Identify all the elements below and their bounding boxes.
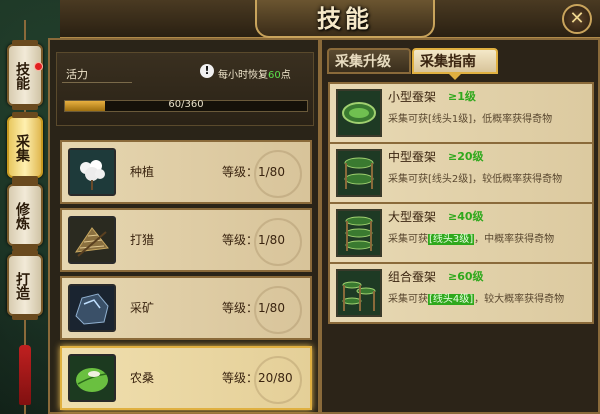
tab-gathering-guide[interactable]: 采集指南 [412, 48, 498, 74]
recover-suffix: 点 [280, 70, 291, 81]
skill-level: 等级：20/80 [222, 371, 293, 385]
guide-name: 中型蚕架 [388, 150, 437, 164]
skill-row-planting[interactable]: 种植 等级：1/80 [60, 140, 312, 204]
skill-name: 农桑 [130, 371, 155, 385]
cotton-flower-icon [68, 148, 116, 196]
side-tab-gathering[interactable]: 采集 [7, 112, 43, 182]
recover-text: 每小时恢复60点 [218, 66, 291, 81]
skill-row-mining[interactable]: 采矿 等级：1/80 [60, 276, 312, 340]
side-tab-label: 技能 [14, 62, 30, 90]
large-silkworm-rack-icon [336, 209, 382, 257]
hunting-net-icon [68, 216, 116, 264]
vitality-box [56, 52, 314, 126]
guide-row: 中型蚕架 ≥20级 采集可获[线头2级]，较低概率获得奇物 [328, 142, 594, 204]
side-tab-label: 修炼 [14, 202, 30, 230]
exclamation-icon: ! [200, 64, 214, 78]
combo-silkworm-rack-icon [336, 269, 382, 317]
close-button[interactable]: ✕ [562, 4, 592, 34]
guide-desc-text: ，较大概率获得奇物 [474, 294, 565, 305]
skill-level: 等级：1/80 [222, 301, 285, 315]
divider [62, 82, 132, 83]
side-tab-forging[interactable]: 打造 [7, 250, 43, 320]
ore-rock-icon [68, 284, 116, 332]
vitality-label: 活力 [66, 68, 88, 81]
side-tab-cultivation[interactable]: 修炼 [7, 180, 43, 250]
recover-prefix: 每小时恢复 [218, 70, 268, 81]
skill-row-hunting[interactable]: 打猎 等级：1/80 [60, 208, 312, 272]
guide-description: 采集可获[线头3级]，中概率获得奇物 [388, 230, 554, 245]
medium-silkworm-rack-icon [336, 149, 382, 197]
guide-desc-text: 采集可获 [388, 234, 428, 245]
guide-row: 大型蚕架 ≥40级 采集可获[线头3级]，中概率获得奇物 [328, 202, 594, 264]
guide-row: 小型蚕架 ≥1级 采集可获[线头1级]，低概率获得奇物 [328, 82, 594, 144]
tab-gathering-upgrade[interactable]: 采集升级 [327, 48, 411, 74]
guide-description: 采集可获[线头1级]，低概率获得奇物 [388, 110, 552, 125]
guide-requirement: ≥60级 [448, 270, 484, 283]
guide-name: 大型蚕架 [388, 210, 437, 224]
skill-level: 等级：1/80 [222, 233, 285, 247]
guide-desc-highlight: [线头3级] [428, 234, 475, 245]
skill-level: 等级：1/80 [222, 165, 285, 179]
small-silkworm-rack-icon [336, 89, 382, 137]
guide-desc-text: ，中概率获得奇物 [474, 234, 555, 245]
guide-desc-text: 采集可获 [388, 294, 428, 305]
page-title: 技能 [317, 4, 373, 33]
tassel-ornament [19, 345, 31, 405]
guide-name: 组合蚕架 [388, 270, 437, 284]
notification-dot [34, 62, 43, 71]
skill-row-sericulture[interactable]: 农桑 等级：20/80 [60, 346, 312, 410]
recover-amount: 60 [268, 70, 281, 81]
skill-name: 打猎 [130, 233, 155, 247]
side-tab-label: 采集 [14, 134, 30, 162]
side-tab-skills[interactable]: 技能 [7, 40, 43, 110]
guide-requirement: ≥40级 [448, 210, 484, 223]
skill-name: 采矿 [130, 301, 155, 315]
side-tab-label: 打造 [14, 272, 30, 300]
mulberry-leaf-icon [68, 354, 116, 402]
guide-requirement: ≥1级 [448, 90, 476, 103]
guide-description: 采集可获[线头4级]，较大概率获得奇物 [388, 290, 564, 305]
guide-desc-highlight: [线头4级] [428, 294, 475, 305]
skill-name: 种植 [130, 165, 155, 179]
guide-desc-text: 采集可获[线头2级]，较低概率获得奇物 [388, 174, 563, 185]
vitality-value: 60/360 [168, 99, 204, 110]
guide-row: 组合蚕架 ≥60级 采集可获[线头4级]，较大概率获得奇物 [328, 262, 594, 324]
tab-pointer [449, 74, 461, 80]
guide-description: 采集可获[线头2级]，较低概率获得奇物 [388, 170, 562, 185]
guide-name: 小型蚕架 [388, 90, 437, 104]
guide-desc-text: 采集可获[线头1级]，低概率获得奇物 [388, 114, 553, 125]
guide-requirement: ≥20级 [448, 150, 484, 163]
